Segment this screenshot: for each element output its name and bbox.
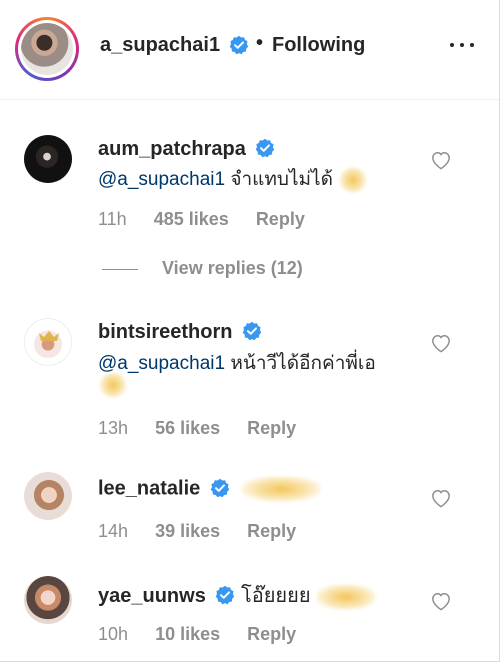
reply-button[interactable]: Reply xyxy=(247,624,296,644)
comment-likes[interactable]: 56 likes xyxy=(155,418,220,438)
comment-username[interactable]: aum_patchrapa xyxy=(98,138,275,161)
comment-meta: 13h 56 likes Reply xyxy=(98,418,296,439)
comment-text: โอ๊ยยยย xyxy=(240,585,311,607)
comment-username[interactable]: bintsireethorn xyxy=(98,321,262,344)
verified-badge-icon xyxy=(256,139,275,158)
heart-icon[interactable] xyxy=(430,150,452,170)
comment-meta: 14h 39 likes Reply xyxy=(98,521,296,542)
verified-badge-icon xyxy=(229,35,249,55)
comment-text: @a_supachai1 หน้าวีได้อีกค่าพี่เอ xyxy=(98,353,376,374)
commenter-avatar[interactable] xyxy=(24,135,72,183)
comment-likes[interactable]: 39 likes xyxy=(155,521,220,541)
following-button[interactable]: Following xyxy=(272,34,365,57)
post-header: a_supachai1 • Following xyxy=(0,0,499,100)
header-separator: • xyxy=(256,32,264,54)
reply-button[interactable]: Reply xyxy=(247,418,296,438)
heart-icon[interactable] xyxy=(430,488,452,508)
commenter-avatar[interactable] xyxy=(24,472,72,520)
comment-text-continued xyxy=(98,372,128,398)
blurred-emoji xyxy=(338,166,369,193)
comment-username[interactable]: lee_natalie xyxy=(98,476,322,502)
view-replies-line xyxy=(102,268,138,270)
reply-button[interactable]: Reply xyxy=(256,209,305,229)
verified-badge-icon xyxy=(242,322,262,341)
mention-link[interactable]: @a_supachai1 xyxy=(98,353,225,374)
author-username[interactable]: a_supachai1 xyxy=(100,34,220,57)
comment-likes[interactable]: 485 likes xyxy=(154,209,229,229)
comment-time: 10h xyxy=(98,624,129,644)
blurred-emoji xyxy=(316,583,377,610)
commenter-avatar[interactable] xyxy=(24,576,72,624)
blurred-emoji xyxy=(98,372,128,398)
mention-link[interactable]: @a_supachai1 xyxy=(98,169,225,190)
comment-time: 14h xyxy=(98,521,129,541)
commenter-avatar[interactable] xyxy=(24,318,72,366)
comment-meta: 10h 10 likes Reply xyxy=(98,624,296,645)
heart-icon[interactable] xyxy=(430,591,452,611)
blurred-emoji xyxy=(241,476,322,502)
comment-time: 11h xyxy=(98,209,127,229)
comment-username[interactable]: yae_uunws โอ๊ยยยย xyxy=(98,579,377,611)
heart-icon[interactable] xyxy=(430,333,452,353)
reply-button[interactable]: Reply xyxy=(247,521,296,541)
comment-time: 13h xyxy=(98,418,129,438)
author-avatar-photo xyxy=(21,23,73,75)
verified-badge-icon xyxy=(210,478,230,497)
crown-icon xyxy=(39,331,59,341)
view-replies-button[interactable]: View replies (12) xyxy=(102,258,303,279)
author-avatar[interactable] xyxy=(15,17,79,81)
verified-badge-icon xyxy=(216,586,235,605)
comment-likes[interactable]: 10 likes xyxy=(155,624,220,644)
more-options-icon[interactable] xyxy=(448,40,476,50)
comment-meta: 11h 485 likes Reply xyxy=(98,209,305,230)
comment-text: @a_supachai1 จำแทบไม่ได้ xyxy=(98,164,369,194)
